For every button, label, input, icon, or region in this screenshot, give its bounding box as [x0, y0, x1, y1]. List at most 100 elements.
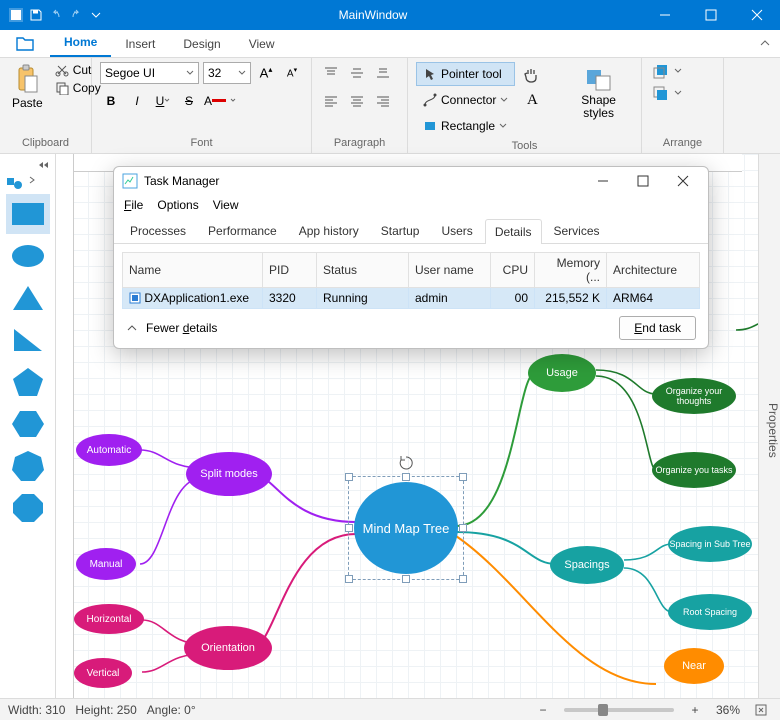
node-sp-c1[interactable]: Spacing in Sub Tree — [668, 526, 752, 562]
align-left-button[interactable] — [320, 90, 342, 112]
node-usage[interactable]: Usage — [528, 354, 596, 392]
tm-row[interactable]: DXApplication1.exe 3320 Running admin 00… — [123, 287, 700, 308]
collapse-ribbon-icon[interactable] — [758, 36, 772, 50]
tm-col-pid[interactable]: PID — [263, 252, 317, 287]
pan-tool-button[interactable] — [521, 64, 543, 86]
font-family-combo[interactable]: Segoe UI — [100, 62, 199, 84]
minimize-button[interactable] — [642, 0, 688, 30]
tab-insert[interactable]: Insert — [111, 31, 169, 57]
rectangle-tool-button[interactable]: Rectangle — [416, 114, 515, 138]
tm-menu-options[interactable]: Options — [157, 198, 198, 212]
shape-heptagon[interactable] — [6, 446, 50, 486]
grow-font-button[interactable]: A▴ — [255, 62, 277, 84]
node-manual[interactable]: Manual — [76, 548, 136, 580]
tab-view[interactable]: View — [235, 31, 289, 57]
shape-hexagon[interactable] — [6, 404, 50, 444]
zoom-slider-thumb[interactable] — [598, 704, 608, 716]
chevron-right-icon[interactable] — [28, 176, 36, 184]
tab-home[interactable]: Home — [50, 29, 111, 57]
node-center[interactable]: Mind Map Tree — [354, 482, 458, 574]
connector-tool-button[interactable]: Connector — [416, 88, 515, 112]
tm-tab-users[interactable]: Users — [431, 218, 482, 243]
node-vert[interactable]: Vertical — [74, 658, 132, 688]
node-usage-c2[interactable]: Organize you tasks — [652, 452, 736, 488]
zoom-fit-button[interactable] — [750, 699, 772, 721]
align-right-button[interactable] — [372, 90, 394, 112]
tm-tab-apphistory[interactable]: App history — [289, 218, 369, 243]
resize-handle[interactable] — [459, 473, 467, 481]
properties-panel-tab[interactable]: Properties — [758, 154, 780, 698]
align-bottom-button[interactable] — [372, 62, 394, 84]
tm-menu-view[interactable]: View — [213, 198, 239, 212]
send-back-button[interactable] — [650, 84, 684, 102]
tm-close-button[interactable] — [666, 169, 700, 193]
shapes-collapse-icon[interactable] — [37, 160, 49, 170]
node-spacings[interactable]: Spacings — [550, 546, 624, 584]
align-middle-button[interactable] — [346, 62, 368, 84]
shapes-group-icon[interactable] — [6, 176, 24, 190]
tm-tab-performance[interactable]: Performance — [198, 218, 287, 243]
chevron-down-icon[interactable] — [230, 98, 236, 104]
pointer-tool-button[interactable]: Pointer tool — [416, 62, 515, 86]
node-sp-c2[interactable]: Root Spacing — [668, 594, 752, 630]
align-top-button[interactable] — [320, 62, 342, 84]
resize-handle[interactable] — [345, 575, 353, 583]
tm-minimize-button[interactable] — [586, 169, 620, 193]
file-button[interactable] — [8, 33, 42, 55]
tm-col-arch[interactable]: Architecture — [607, 252, 700, 287]
undo-icon[interactable] — [48, 7, 64, 23]
align-center-button[interactable] — [346, 90, 368, 112]
zoom-in-button[interactable]: + — [684, 699, 706, 721]
node-usage-c1[interactable]: Organize your thoughts — [652, 378, 736, 414]
italic-button[interactable]: I — [126, 90, 148, 112]
resize-handle[interactable] — [459, 524, 467, 532]
font-color-button[interactable]: A — [204, 90, 226, 112]
fewer-details-toggle[interactable]: Fewer details — [126, 321, 217, 335]
save-icon[interactable] — [28, 7, 44, 23]
qat-dropdown-icon[interactable] — [88, 7, 104, 23]
zoom-out-button[interactable]: − — [532, 699, 554, 721]
paste-button[interactable]: Paste — [8, 62, 47, 112]
zoom-slider[interactable] — [564, 708, 674, 712]
text-tool-button[interactable]: A — [521, 89, 543, 111]
tm-col-cpu[interactable]: CPU — [491, 252, 535, 287]
strike-button[interactable]: S — [178, 90, 200, 112]
resize-handle[interactable] — [459, 575, 467, 583]
node-auto[interactable]: Automatic — [76, 434, 142, 466]
shape-octagon[interactable] — [6, 488, 50, 528]
bring-front-button[interactable] — [650, 62, 684, 80]
shape-right-triangle[interactable] — [6, 320, 50, 360]
tm-tab-processes[interactable]: Processes — [120, 218, 196, 243]
shape-styles-button[interactable]: Shape styles — [564, 62, 633, 122]
shape-ellipse[interactable] — [6, 236, 50, 276]
tab-design[interactable]: Design — [169, 31, 234, 57]
node-near[interactable]: Near — [664, 648, 724, 684]
close-button[interactable] — [734, 0, 780, 30]
tm-tab-services[interactable]: Services — [544, 218, 610, 243]
shape-pentagon[interactable] — [6, 362, 50, 402]
rotate-handle-icon[interactable] — [398, 455, 414, 471]
tm-col-user[interactable]: User name — [409, 252, 491, 287]
end-task-button[interactable]: End task — [619, 316, 696, 340]
tm-menu-file[interactable]: File — [124, 198, 143, 212]
tm-maximize-button[interactable] — [626, 169, 660, 193]
shrink-font-button[interactable]: A▾ — [281, 62, 303, 84]
node-split[interactable]: Split modes — [186, 452, 272, 496]
underline-button[interactable]: U — [152, 90, 174, 112]
node-horiz[interactable]: Horizontal — [74, 604, 144, 634]
resize-handle[interactable] — [345, 473, 353, 481]
resize-handle[interactable] — [402, 575, 410, 583]
node-orientation[interactable]: Orientation — [184, 626, 272, 670]
resize-handle[interactable] — [402, 473, 410, 481]
tm-col-status[interactable]: Status — [317, 252, 409, 287]
font-size-combo[interactable]: 32 — [203, 62, 251, 84]
tm-col-mem[interactable]: Memory (... — [535, 252, 607, 287]
tm-col-name[interactable]: Name — [123, 252, 263, 287]
shape-rectangle[interactable] — [6, 194, 50, 234]
tm-tab-startup[interactable]: Startup — [371, 218, 430, 243]
bold-button[interactable]: B — [100, 90, 122, 112]
redo-icon[interactable] — [68, 7, 84, 23]
resize-handle[interactable] — [345, 524, 353, 532]
shape-triangle[interactable] — [6, 278, 50, 318]
tm-tab-details[interactable]: Details — [485, 219, 542, 244]
